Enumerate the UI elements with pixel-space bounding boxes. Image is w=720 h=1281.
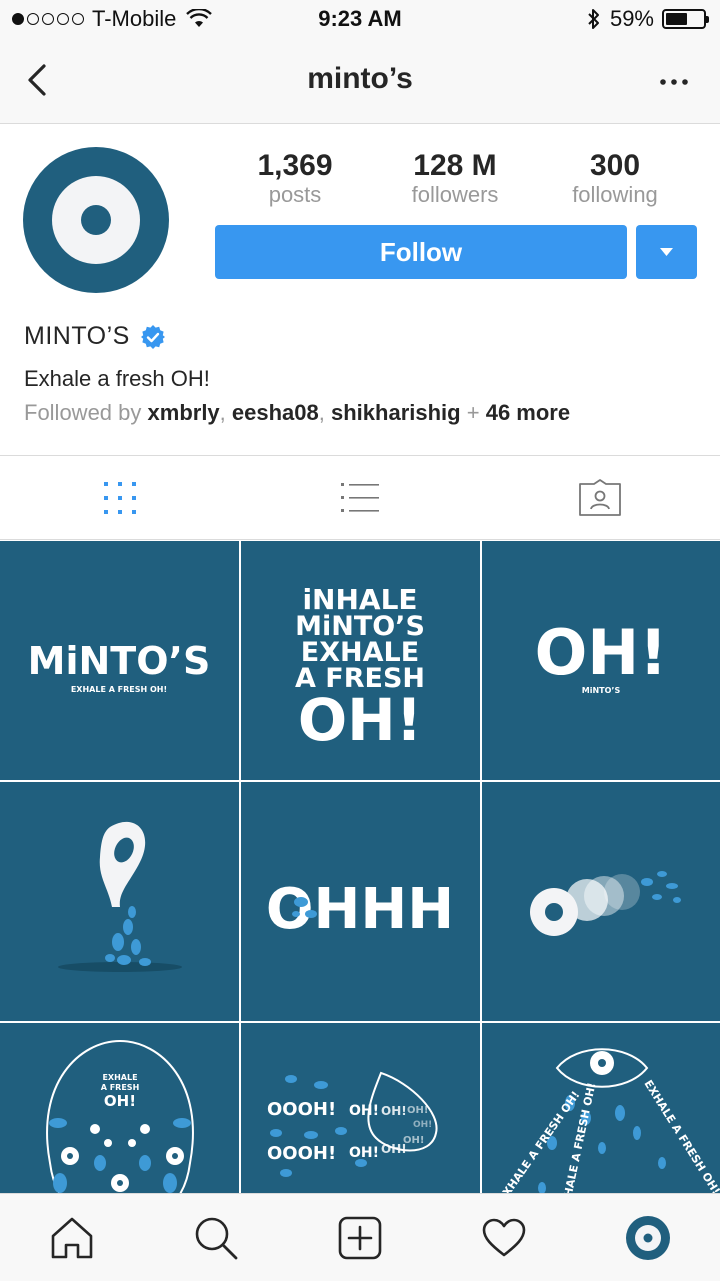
profile-name-row: MINTO’S bbox=[24, 322, 166, 351]
posts-grid: MiNTO’S EXHALE A FRESH OH! iNHALE MiNTO’… bbox=[0, 541, 720, 1193]
post-image: OHHH bbox=[266, 877, 454, 942]
post-text: OOOH! bbox=[267, 1099, 336, 1120]
follower-link[interactable]: shikharishig bbox=[331, 400, 461, 425]
tab-tagged-view[interactable] bbox=[480, 456, 720, 539]
profile-avatar-icon bbox=[626, 1215, 670, 1260]
post-text: OHHH bbox=[266, 877, 454, 942]
post-text: MiNTO’S bbox=[28, 639, 211, 683]
tab-activity[interactable] bbox=[432, 1194, 576, 1281]
post-text: MiNTO’S bbox=[582, 686, 621, 695]
stat-label: posts bbox=[268, 182, 322, 207]
more-followers-link[interactable]: 46 more bbox=[486, 400, 570, 425]
post-image bbox=[530, 871, 681, 936]
tab-search[interactable] bbox=[144, 1194, 288, 1281]
post-text: OOOH! bbox=[267, 1143, 336, 1164]
battery-icon bbox=[662, 9, 709, 29]
heart-icon bbox=[482, 1218, 526, 1256]
post-text: EXHALE A FRESH OH! bbox=[71, 685, 167, 694]
stat-label: following bbox=[572, 182, 658, 207]
suggestions-dropdown-button[interactable] bbox=[636, 225, 697, 279]
post-image: MiNTO’S EXHALE A FRESH OH! bbox=[28, 639, 211, 694]
list-icon bbox=[341, 482, 379, 512]
tab-grid-view[interactable] bbox=[0, 456, 240, 539]
tab-list-view[interactable] bbox=[240, 456, 480, 539]
post-text: OH! bbox=[535, 616, 668, 689]
post-text: OH! bbox=[104, 1092, 136, 1110]
status-bar: T-Mobile 9:23 AM 59% bbox=[0, 0, 720, 40]
post-text: OH! bbox=[349, 1145, 379, 1161]
profile-avatar[interactable] bbox=[22, 146, 170, 294]
post-text: OH! bbox=[413, 1120, 432, 1130]
page-title: minto’s bbox=[307, 62, 413, 95]
post-text: OH! bbox=[403, 1135, 424, 1146]
profile-view-tabs bbox=[0, 456, 720, 540]
profile-section: 1,369 posts 128 M followers 300 followin… bbox=[0, 124, 720, 456]
grid-icon bbox=[104, 481, 136, 514]
post-tile[interactable]: OH! MiNTO’S bbox=[482, 541, 720, 780]
post-text: OH! bbox=[407, 1105, 428, 1116]
tab-new-post[interactable] bbox=[288, 1194, 432, 1281]
post-text: A FRESH bbox=[101, 1083, 140, 1092]
add-post-icon bbox=[338, 1216, 382, 1259]
profile-bio: Exhale a fresh OH! bbox=[24, 366, 210, 391]
tagged-person-icon bbox=[579, 478, 621, 516]
home-icon bbox=[51, 1217, 93, 1258]
post-text: OH! bbox=[298, 686, 422, 754]
profile-display-name: MINTO’S bbox=[24, 322, 130, 350]
stat-value: 128 M bbox=[413, 149, 497, 182]
status-right: 59% bbox=[586, 6, 709, 32]
post-image: EXHALE A FRESH OH! bbox=[46, 1039, 194, 1193]
stat-value: 300 bbox=[589, 149, 641, 182]
stat-label: followers bbox=[411, 182, 499, 207]
bluetooth-icon bbox=[588, 9, 599, 29]
post-text: EXHALE bbox=[102, 1073, 137, 1082]
post-tile[interactable]: MiNTO’S EXHALE A FRESH OH! bbox=[0, 541, 239, 780]
battery-percent: 59% bbox=[609, 6, 654, 31]
post-image: OH! MiNTO’S bbox=[535, 616, 668, 695]
plus-sign: + bbox=[466, 400, 480, 425]
post-text: OH! bbox=[381, 1104, 407, 1118]
followed-by-prefix: Followed by bbox=[24, 400, 142, 425]
post-image bbox=[58, 821, 182, 972]
post-tile[interactable] bbox=[0, 782, 239, 1021]
stat-value: 1,369 bbox=[257, 149, 333, 182]
tab-home[interactable] bbox=[0, 1194, 144, 1281]
stat-followers[interactable]: 128 M followers bbox=[375, 150, 535, 208]
bottom-tab-bar bbox=[0, 1193, 720, 1281]
post-tile[interactable]: iNHALE MiNTO’S EXHALE A FRESH OH! bbox=[241, 541, 480, 780]
post-tile[interactable] bbox=[482, 782, 720, 1021]
verified-badge-icon bbox=[140, 324, 165, 349]
post-text: OH! bbox=[349, 1103, 379, 1119]
post-tile[interactable]: EXHALE A FRESH OH! EXHALE A FRESH OH! EX… bbox=[482, 1023, 720, 1193]
post-image: EXHALE A FRESH OH! EXHALE A FRESH OH! EX… bbox=[496, 1048, 720, 1193]
navigation-header: minto’s bbox=[0, 40, 720, 124]
follower-link[interactable]: xmbrly bbox=[148, 400, 220, 425]
follow-button[interactable]: Follow bbox=[215, 225, 627, 279]
stat-following[interactable]: 300 following bbox=[535, 150, 695, 208]
stat-posts[interactable]: 1,369 posts bbox=[215, 150, 375, 208]
post-image: OOOH! OH! OH! OH! OH! OOOH! OH! OH! OH! bbox=[267, 1071, 438, 1177]
triangle-down-icon bbox=[660, 248, 673, 256]
followed-by-line[interactable]: Followed by xmbrly, eesha08, shikharishi… bbox=[24, 400, 570, 426]
search-icon bbox=[195, 1217, 238, 1259]
post-tile[interactable]: OOOH! OH! OH! OH! OH! OOOH! OH! OH! OH! bbox=[241, 1023, 480, 1193]
post-tile[interactable]: OHHH bbox=[241, 782, 480, 1021]
follower-link[interactable]: eesha08 bbox=[232, 400, 319, 425]
post-tile[interactable]: EXHALE A FRESH OH! bbox=[0, 1023, 239, 1193]
post-image: iNHALE MiNTO’S EXHALE A FRESH OH! bbox=[295, 583, 425, 754]
more-options-icon[interactable] bbox=[654, 62, 694, 102]
tab-profile[interactable] bbox=[576, 1194, 720, 1281]
profile-stats: 1,369 posts 128 M followers 300 followin… bbox=[215, 150, 695, 208]
post-text: EXHALE A FRESH OH! bbox=[641, 1078, 720, 1193]
